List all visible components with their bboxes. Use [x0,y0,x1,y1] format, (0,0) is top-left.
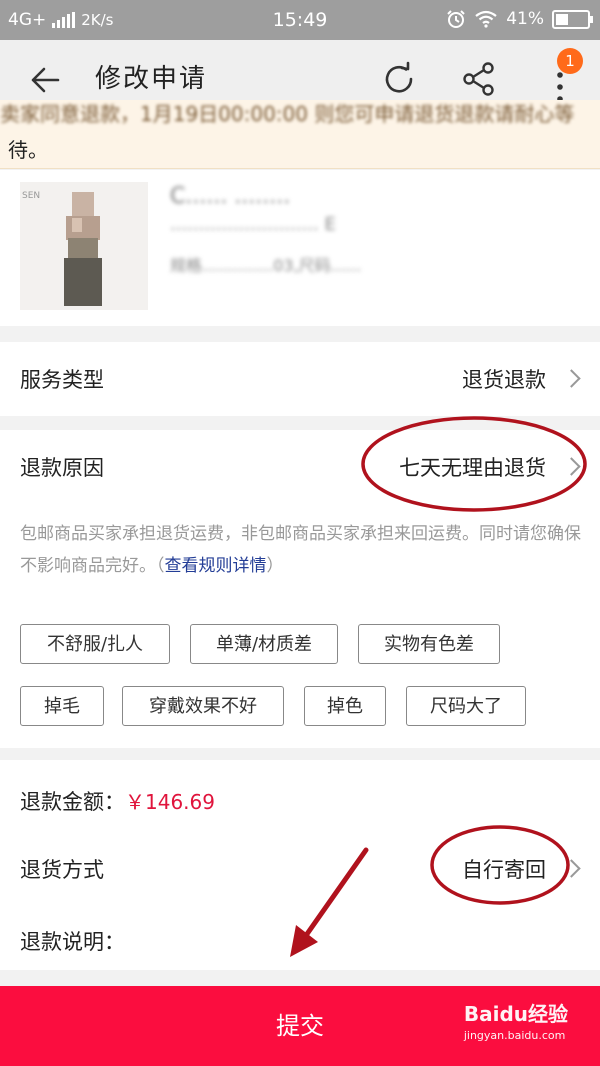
service-type-label: 服务类型 [20,368,104,392]
notice-text-end: 待。 [8,138,48,162]
battery-icon [552,9,593,29]
reason-tag[interactable]: 穿戴效果不好 [122,686,284,726]
notice-text-blurred: 卖家同意退款，1月19日00:00:00 则您可申请退货退款请耐心等 [0,102,575,126]
watermark-brand: Baidu经验 [463,1002,568,1026]
product-card[interactable]: SEN C...... ........ ...................… [0,170,600,326]
svg-text:SEN: SEN [22,191,40,201]
refund-reason-section: 退款原因 七天无理由退货 包邮商品买家承担退货运费，非包邮商品买家承担来回运费。… [0,430,600,748]
return-method-value: 自行寄回 [462,858,546,882]
watermark-url: jingyan.baidu.com [463,1029,566,1042]
refund-note-label[interactable]: 退款说明： [20,926,125,956]
service-type-value: 退货退款 [462,368,546,392]
reason-tag[interactable]: 不舒服/扎人 [20,624,170,664]
service-type-row[interactable]: 服务类型 退货退款 [0,342,600,416]
battery-percent: 41% [506,9,544,29]
view-rules-link[interactable]: 查看规则详情 [165,556,267,576]
return-method-row[interactable]: 退货方式 自行寄回 [0,836,600,900]
refund-amount-label: 退款金额： [20,790,125,814]
refund-reason-label: 退款原因 [20,456,104,480]
reason-tag[interactable]: 掉色 [304,686,386,726]
page-title: 修改申请 [95,64,208,94]
product-thumbnail: SEN [20,182,148,310]
chevron-right-icon [562,369,581,388]
chevron-right-icon [562,859,581,878]
more-menu-icon[interactable] [554,70,566,104]
watermark: Baidu经验 jingyan.baidu.com [464,998,568,1042]
refund-amount-value: ￥146.69 [125,790,215,814]
refund-reason-value: 七天无理由退货 [399,456,546,480]
reason-tag[interactable]: 尺码大了 [406,686,526,726]
status-bar: 4G+ 2K/s 15:49 41% [0,0,600,40]
refund-reason-row[interactable]: 退款原因 七天无理由退货 [0,430,600,504]
refund-amount-row: 退款金额：￥146.69 [20,786,215,816]
product-title-line1: C...... ........ [170,184,291,209]
refund-details-section: 退款金额：￥146.69 退货方式 自行寄回 退款说明： [0,760,600,970]
notice-banner: 卖家同意退款，1月19日00:00:00 则您可申请退货退款请耐心等 待。 [0,100,600,169]
reason-tag[interactable]: 单薄/材质差 [190,624,338,664]
product-sku: 规格..............03,尺码...... [170,256,362,275]
refund-policy-description: 包邮商品买家承担退货运费，非包邮商品买家承担来回运费。同时请您确保不影响商品完好… [20,524,581,576]
product-title-line2: .......................... E [170,214,336,235]
reason-tag[interactable]: 掉毛 [20,686,104,726]
back-arrow-icon[interactable] [30,66,60,94]
wifi-icon [475,10,497,28]
refresh-icon[interactable] [380,60,418,98]
reason-tag[interactable]: 实物有色差 [358,624,500,664]
notification-badge: 1 [557,48,583,74]
share-icon[interactable] [460,60,498,98]
alarm-icon [447,10,465,28]
return-method-label: 退货方式 [20,858,104,882]
chevron-right-icon [562,457,581,476]
